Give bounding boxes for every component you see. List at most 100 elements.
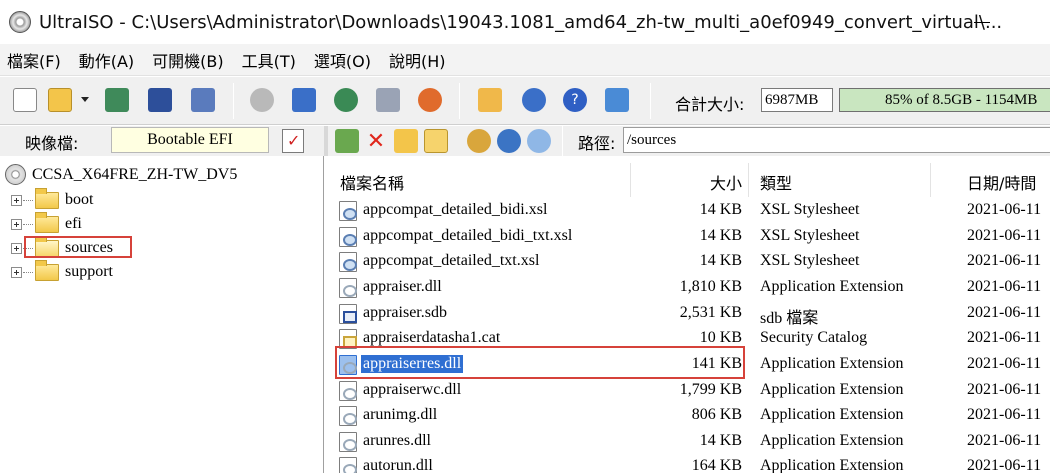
up-folder-icon[interactable] bbox=[335, 129, 359, 153]
table-row[interactable]: autorun.dll 164 KB Application Extension… bbox=[330, 454, 1050, 473]
help-icon[interactable]: ? bbox=[563, 88, 587, 112]
table-row[interactable]: appraiser.dll 1,810 KB Application Exten… bbox=[330, 275, 1050, 301]
path-input[interactable]: /sources bbox=[623, 127, 1050, 153]
new-file-icon[interactable] bbox=[13, 88, 37, 112]
dll-file-icon bbox=[339, 278, 357, 298]
xsl-file-icon bbox=[339, 201, 357, 221]
file-date: 2021-06-11 bbox=[967, 457, 1042, 473]
menu-options[interactable]: 選項(O) bbox=[306, 48, 381, 72]
file-name: appcompat_detailed_bidi_txt.xsl bbox=[363, 227, 573, 244]
tree-item-boot[interactable]: boot bbox=[11, 187, 93, 212]
pane-splitter[interactable] bbox=[324, 126, 328, 156]
file-name: appraiser.sdb bbox=[363, 304, 447, 321]
column-divider[interactable] bbox=[930, 163, 931, 197]
file-type: Application Extension bbox=[760, 406, 904, 423]
info-icon[interactable] bbox=[522, 88, 546, 112]
file-size: 14 KB bbox=[699, 252, 742, 269]
appraiserres-highlight-box bbox=[335, 346, 745, 379]
file-type: XSL Stylesheet bbox=[760, 252, 860, 269]
dll-file-icon bbox=[339, 406, 357, 426]
table-row[interactable]: appcompat_detailed_txt.xsl 14 KB XSL Sty… bbox=[330, 249, 1050, 275]
table-row[interactable]: appraiser.sdb 2,531 KB sdb 檔案 2021-06-11 bbox=[330, 301, 1050, 327]
column-size[interactable]: 大小 bbox=[630, 170, 742, 194]
exit-icon[interactable] bbox=[605, 88, 629, 112]
table-row[interactable]: appraiserwc.dll 1,799 KB Application Ext… bbox=[330, 378, 1050, 404]
mount-icon[interactable] bbox=[334, 88, 358, 112]
file-size: 806 KB bbox=[691, 406, 742, 423]
file-size: 14 KB bbox=[699, 432, 742, 449]
sources-highlight-box bbox=[24, 236, 132, 258]
open-folder-icon[interactable] bbox=[48, 88, 72, 112]
save-as-icon[interactable] bbox=[191, 88, 215, 112]
file-type: Application Extension bbox=[760, 381, 904, 398]
menu-bootable[interactable]: 可開機(B) bbox=[144, 48, 233, 72]
file-list: 檔案名稱 大小 類型 日期/時間 appcompat_detailed_bidi… bbox=[330, 156, 1050, 473]
extract-icon[interactable] bbox=[105, 88, 129, 112]
file-date: 2021-06-11 bbox=[967, 406, 1042, 423]
expand-icon[interactable] bbox=[11, 242, 22, 254]
file-date: 2021-06-11 bbox=[967, 278, 1042, 295]
column-type[interactable]: 類型 bbox=[760, 170, 792, 194]
column-divider[interactable] bbox=[748, 163, 749, 197]
tree-root[interactable]: CCSA_X64FRE_ZH-TW_DV5 bbox=[5, 164, 237, 185]
menu-tools[interactable]: 工具(T) bbox=[234, 48, 306, 72]
total-size-value: 6987MB bbox=[761, 88, 833, 112]
file-date: 2021-06-11 bbox=[967, 355, 1042, 372]
toolbar-separator bbox=[233, 83, 234, 119]
path-label: 路徑: bbox=[578, 134, 616, 153]
table-row[interactable]: appcompat_detailed_bidi_txt.xsl 14 KB XS… bbox=[330, 224, 1050, 250]
settings-icon[interactable] bbox=[497, 129, 521, 153]
sdb-file-icon bbox=[339, 304, 357, 324]
menu-actions[interactable]: 動作(A) bbox=[71, 48, 144, 72]
file-size: 1,799 KB bbox=[679, 381, 742, 398]
expand-icon[interactable] bbox=[11, 266, 22, 278]
minimize-button[interactable] bbox=[970, 12, 1020, 34]
new-folder-icon[interactable] bbox=[394, 129, 418, 153]
rename-icon[interactable] bbox=[424, 129, 448, 153]
open-dropdown-icon[interactable] bbox=[81, 97, 89, 102]
toolbar: ? 合計大小: 6987MB 85% of 8.5GB - 1154MB bbox=[0, 77, 1050, 125]
file-name: appraiserdatasha1.cat bbox=[363, 329, 501, 346]
file-size: 14 KB bbox=[699, 201, 742, 218]
tree-root-label: CCSA_X64FRE_ZH-TW_DV5 bbox=[32, 165, 238, 183]
delete-icon[interactable]: ✕ bbox=[364, 129, 388, 154]
expand-icon[interactable] bbox=[11, 194, 22, 206]
tree-item-efi[interactable]: efi bbox=[11, 211, 82, 236]
column-name[interactable]: 檔案名稱 bbox=[340, 170, 404, 194]
image-bar: 映像檔: Bootable EFI ✕ 路徑: /sources bbox=[0, 126, 1050, 156]
save-icon[interactable] bbox=[148, 88, 172, 112]
dll-file-icon bbox=[339, 381, 357, 401]
file-date: 2021-06-11 bbox=[967, 252, 1042, 269]
image-type-field: Bootable EFI bbox=[111, 127, 269, 153]
add-files-icon[interactable] bbox=[467, 129, 491, 153]
menu-file[interactable]: 檔案(F) bbox=[0, 48, 71, 72]
table-row[interactable]: appcompat_detailed_bidi.xsl 14 KB XSL St… bbox=[330, 198, 1050, 224]
file-type: Application Extension bbox=[760, 278, 904, 295]
properties-icon[interactable] bbox=[478, 88, 502, 112]
virtual-drive-icon[interactable] bbox=[292, 88, 316, 112]
file-name: arunres.dll bbox=[363, 432, 431, 449]
file-name: appraiser.dll bbox=[363, 278, 442, 295]
expand-icon[interactable] bbox=[11, 218, 22, 230]
file-type: XSL Stylesheet bbox=[760, 201, 860, 218]
total-size-label: 合計大小: bbox=[675, 95, 745, 114]
table-row[interactable]: arunimg.dll 806 KB Application Extension… bbox=[330, 403, 1050, 429]
folder-icon bbox=[35, 259, 59, 281]
tree-item-support[interactable]: support bbox=[11, 259, 113, 284]
image-properties-icon[interactable] bbox=[282, 129, 304, 153]
file-name: appcompat_detailed_txt.xsl bbox=[363, 252, 540, 269]
make-image-icon[interactable] bbox=[418, 88, 442, 112]
file-size: 2,531 KB bbox=[679, 304, 742, 321]
file-date: 2021-06-11 bbox=[967, 227, 1042, 244]
folder-icon bbox=[35, 187, 59, 209]
file-size: 14 KB bbox=[699, 227, 742, 244]
window-title: UltraISO - C:\Users\Administrator\Downlo… bbox=[39, 11, 1003, 33]
table-row[interactable]: arunres.dll 14 KB Application Extension … bbox=[330, 429, 1050, 455]
compress-icon[interactable] bbox=[376, 88, 400, 112]
image-label: 映像檔: bbox=[25, 134, 79, 153]
refresh-icon[interactable] bbox=[527, 129, 551, 153]
xsl-file-icon bbox=[339, 252, 357, 272]
menu-help[interactable]: 說明(H) bbox=[381, 48, 456, 72]
burn-cd-icon[interactable] bbox=[250, 88, 274, 112]
column-date[interactable]: 日期/時間 bbox=[967, 170, 1036, 194]
